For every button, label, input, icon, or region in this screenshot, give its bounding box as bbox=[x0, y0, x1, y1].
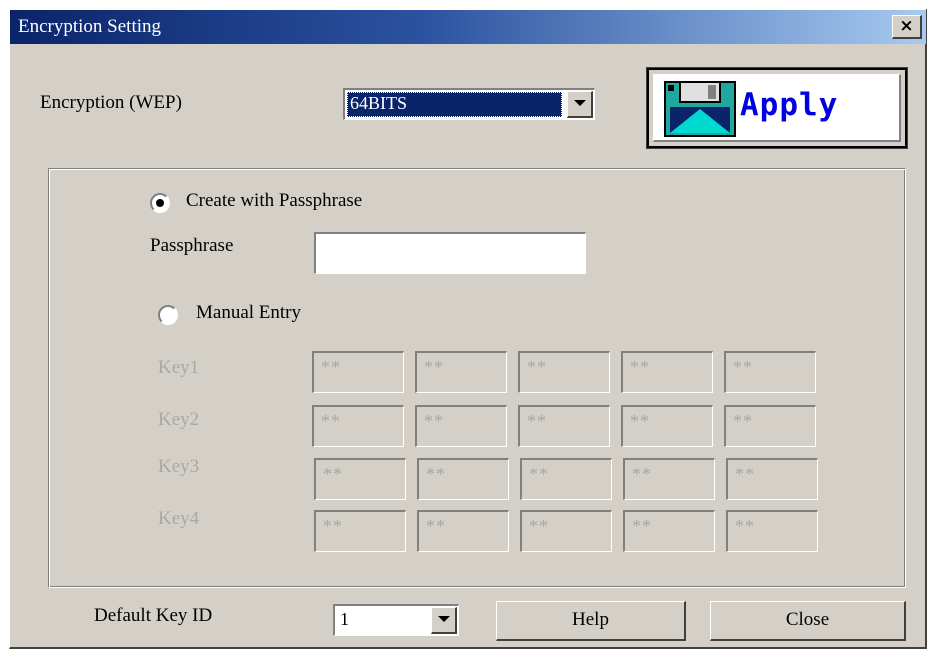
key4-byte4-field[interactable]: ** bbox=[623, 510, 715, 552]
key3-byte5-field[interactable]: ** bbox=[726, 458, 818, 500]
help-button[interactable]: Help bbox=[496, 601, 686, 641]
key4-byte2-field[interactable]: ** bbox=[417, 510, 509, 552]
key4-byte1-field[interactable]: ** bbox=[314, 510, 406, 552]
key2-byte4-field[interactable]: ** bbox=[621, 405, 713, 447]
passphrase-label: Passphrase bbox=[150, 235, 234, 256]
key1-byte2-field[interactable]: ** bbox=[415, 351, 507, 393]
apply-button-face: Apply bbox=[653, 74, 901, 142]
manual-entry-label[interactable]: Manual Entry bbox=[196, 302, 301, 324]
key2-label: Key2 bbox=[158, 409, 200, 430]
encryption-label: Encryption (WEP) bbox=[40, 92, 182, 113]
key2-byte5-field[interactable]: ** bbox=[724, 405, 816, 447]
key3-byte4-field[interactable]: ** bbox=[623, 458, 715, 500]
create-with-passphrase-label[interactable]: Create with Passphrase bbox=[186, 190, 362, 212]
close-icon[interactable]: × bbox=[892, 15, 922, 39]
chevron-down-icon[interactable] bbox=[567, 91, 593, 118]
key4-byte5-field[interactable]: ** bbox=[726, 510, 818, 552]
key4-byte3-field[interactable]: ** bbox=[520, 510, 612, 552]
title-bar[interactable]: Encryption Setting × bbox=[10, 10, 926, 44]
default-key-id-select[interactable]: 1 bbox=[333, 604, 459, 636]
create-with-passphrase-radio[interactable] bbox=[150, 193, 170, 213]
key1-byte4-field[interactable]: ** bbox=[621, 351, 713, 393]
manual-entry-radio[interactable] bbox=[158, 305, 178, 325]
key1-byte5-field[interactable]: ** bbox=[724, 351, 816, 393]
default-key-id-label: Default Key ID bbox=[94, 605, 213, 626]
floppy-disk-icon bbox=[664, 81, 736, 137]
key1-byte3-field[interactable]: ** bbox=[518, 351, 610, 393]
key2-byte3-field[interactable]: ** bbox=[518, 405, 610, 447]
chevron-down-icon[interactable] bbox=[431, 607, 457, 634]
key1-label: Key1 bbox=[158, 357, 200, 378]
window-title: Encryption Setting bbox=[18, 16, 162, 37]
key2-byte1-field[interactable]: ** bbox=[312, 405, 404, 447]
apply-button[interactable]: Apply bbox=[646, 67, 908, 149]
encryption-select[interactable]: 64BITS bbox=[343, 88, 595, 120]
key1-byte1-field[interactable]: ** bbox=[312, 351, 404, 393]
passphrase-input[interactable] bbox=[314, 232, 586, 274]
key3-byte2-field[interactable]: ** bbox=[417, 458, 509, 500]
key3-byte1-field[interactable]: ** bbox=[314, 458, 406, 500]
encryption-setting-dialog: Encryption Setting × Encryption (WEP) 64… bbox=[9, 9, 927, 649]
apply-button-label: Apply bbox=[740, 87, 839, 123]
close-button[interactable]: Close bbox=[710, 601, 906, 641]
key3-label: Key3 bbox=[158, 456, 200, 477]
key4-label: Key4 bbox=[158, 508, 200, 529]
default-key-id-value: 1 bbox=[340, 609, 349, 629]
key2-byte2-field[interactable]: ** bbox=[415, 405, 507, 447]
key3-byte3-field[interactable]: ** bbox=[520, 458, 612, 500]
encryption-select-value: 64BITS bbox=[347, 92, 562, 117]
